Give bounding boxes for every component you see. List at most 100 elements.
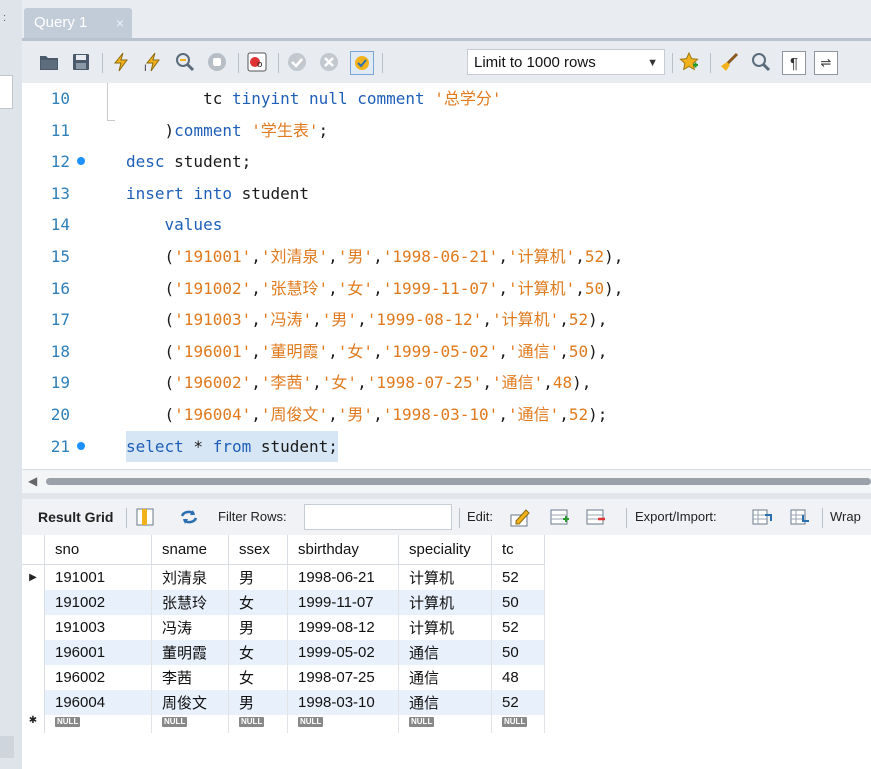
grid-cell[interactable]: 1999-08-12 (287, 615, 399, 640)
open-file-icon[interactable] (38, 51, 60, 73)
grid-cell[interactable]: 李茜 (151, 665, 229, 690)
grid-cell[interactable]: 191003 (44, 615, 152, 640)
grid-cell[interactable]: 196001 (44, 640, 152, 665)
grid-cell[interactable]: 52 (491, 564, 545, 590)
delete-row-icon[interactable] (585, 506, 607, 528)
grid-cell[interactable]: 1998-07-25 (287, 665, 399, 690)
code-line[interactable]: 18 ('196001','董明霞','女','1999-05-02','通信'… (22, 336, 871, 367)
grid-cell[interactable]: 50 (491, 590, 545, 615)
editor-horizontal-scrollbar[interactable]: ◀ (22, 469, 871, 494)
grid-cell[interactable]: 196004 (44, 690, 152, 715)
left-panel-field[interactable] (0, 75, 13, 109)
scrollbar-thumb[interactable] (46, 478, 871, 485)
grid-corner[interactable] (22, 535, 45, 565)
current-row-arrow-icon[interactable]: ▶ (22, 564, 45, 590)
code-line[interactable]: 17 ('191003','冯涛','男','1999-08-12','计算机'… (22, 304, 871, 335)
grid-cell[interactable]: 张慧玲 (151, 590, 229, 615)
null-cell[interactable]: NULL (491, 715, 545, 733)
tab-close-icon[interactable]: × (116, 8, 124, 38)
grid-cell[interactable]: 48 (491, 665, 545, 690)
code-line[interactable]: 10 tc tinyint null comment '总学分' (22, 83, 871, 114)
row-header[interactable] (22, 590, 45, 615)
grid-cell[interactable]: 女 (228, 590, 288, 615)
execute-lightning-icon[interactable] (110, 51, 132, 73)
refresh-arrows-icon[interactable] (178, 506, 200, 528)
code-line[interactable]: 14 values (22, 209, 871, 240)
grid-cell[interactable]: 男 (228, 615, 288, 640)
grid-cell[interactable]: 计算机 (398, 590, 492, 615)
explain-magnifier-icon[interactable] (174, 51, 196, 73)
column-header-tc[interactable]: tc (491, 535, 545, 565)
new-row-placeholder[interactable]: ✱ NULL NULL NULL NULL NULL NULL (22, 715, 545, 733)
grid-cell[interactable]: 冯涛 (151, 615, 229, 640)
export-icon[interactable] (751, 506, 773, 528)
table-row[interactable]: 196001 董明霞女 1999-05-02 通信 50 (22, 640, 545, 665)
null-cell[interactable]: NULL (287, 715, 399, 733)
null-cell[interactable]: NULL (151, 715, 229, 733)
toggle-error-stop-icon[interactable]: o (246, 51, 268, 73)
grid-cell[interactable]: 1999-11-07 (287, 590, 399, 615)
grid-cell[interactable]: 52 (491, 615, 545, 640)
grid-cell[interactable]: 周俊文 (151, 690, 229, 715)
filter-rows-input[interactable] (304, 504, 452, 530)
table-row[interactable]: 196004 周俊文男 1998-03-10 通信 52 (22, 690, 545, 715)
find-magnifier-icon[interactable] (750, 51, 772, 73)
invisible-chars-pilcrow-icon[interactable]: ¶ (782, 51, 806, 75)
null-cell[interactable]: NULL (44, 715, 152, 733)
wrap-cell-label[interactable]: Wrap (830, 499, 861, 535)
insert-row-icon[interactable] (549, 506, 571, 528)
autocommit-toggle-icon[interactable] (350, 51, 374, 75)
grid-cell[interactable]: 50 (491, 640, 545, 665)
grid-cell[interactable]: 董明霞 (151, 640, 229, 665)
code-line[interactable]: 16 ('191002','张慧玲','女','1999-11-07','计算机… (22, 273, 871, 304)
word-wrap-icon[interactable]: ⇌ (814, 51, 838, 75)
grid-cell[interactable]: 女 (228, 640, 288, 665)
row-header[interactable] (22, 640, 45, 665)
code-line[interactable]: 13 insert into student (22, 178, 871, 209)
code-line[interactable]: 12 desc student; (22, 146, 871, 177)
grid-cell[interactable]: 191001 (44, 564, 152, 590)
column-header-sbirthday[interactable]: sbirthday (287, 535, 399, 565)
grid-cell[interactable]: 女 (228, 665, 288, 690)
grid-cell[interactable]: 通信 (398, 640, 492, 665)
code-line[interactable]: 19 ('196002','李茜','女','1998-07-25','通信',… (22, 367, 871, 398)
code-line[interactable]: 15 ('191001','刘清泉','男','1998-06-21','计算机… (22, 241, 871, 272)
result-grid-tab[interactable]: Result Grid (38, 499, 113, 535)
grid-cell[interactable]: 通信 (398, 690, 492, 715)
code-line[interactable]: 11 )comment '学生表'; (22, 115, 871, 146)
grid-cell[interactable]: 1999-05-02 (287, 640, 399, 665)
sql-editor[interactable]: 10 tc tinyint null comment '总学分' 11 )comm… (22, 83, 871, 469)
limit-rows-select[interactable]: Limit to 1000 rows ▼ (467, 49, 665, 75)
row-header[interactable] (22, 615, 45, 640)
rollback-x-icon[interactable] (318, 51, 340, 73)
null-cell[interactable]: NULL (228, 715, 288, 733)
code-line[interactable]: 21 select * from student; (22, 430, 871, 462)
execute-statement-icon[interactable]: I (142, 51, 164, 73)
grid-cell[interactable]: 1998-03-10 (287, 690, 399, 715)
table-row[interactable]: 191003 冯涛男 1999-08-12 计算机 52 (22, 615, 545, 640)
grid-cell[interactable]: 计算机 (398, 564, 492, 590)
grid-layout-icon[interactable] (134, 506, 156, 528)
scroll-left-arrow-icon[interactable]: ◀ (28, 474, 37, 488)
beautify-broom-icon[interactable] (718, 51, 740, 73)
table-row[interactable]: 191002 张慧玲女 1999-11-07 计算机 50 (22, 590, 545, 615)
column-header-sname[interactable]: sname (151, 535, 229, 565)
code-line[interactable]: 20 ('196004','周俊文','男','1998-03-10','通信'… (22, 399, 871, 430)
add-snippet-star-icon[interactable] (678, 51, 700, 73)
row-header[interactable] (22, 690, 45, 715)
null-cell[interactable]: NULL (398, 715, 492, 733)
grid-cell[interactable]: 191002 (44, 590, 152, 615)
column-header-ssex[interactable]: ssex (228, 535, 288, 565)
column-header-sno[interactable]: sno (44, 535, 152, 565)
grid-cell[interactable]: 男 (228, 564, 288, 590)
tab-query-1[interactable]: Query 1 × (24, 8, 132, 38)
grid-cell[interactable]: 1998-06-21 (287, 564, 399, 590)
table-row[interactable]: 196002 李茜女 1998-07-25 通信 48 (22, 665, 545, 690)
table-row[interactable]: ▶ 191001 刘清泉男 1998-06-21 计算机 52 (22, 564, 545, 590)
grid-cell[interactable]: 男 (228, 690, 288, 715)
grid-cell[interactable]: 计算机 (398, 615, 492, 640)
grid-cell[interactable]: 刘清泉 (151, 564, 229, 590)
save-icon[interactable] (70, 51, 92, 73)
grid-cell[interactable]: 196002 (44, 665, 152, 690)
import-icon[interactable] (789, 506, 811, 528)
